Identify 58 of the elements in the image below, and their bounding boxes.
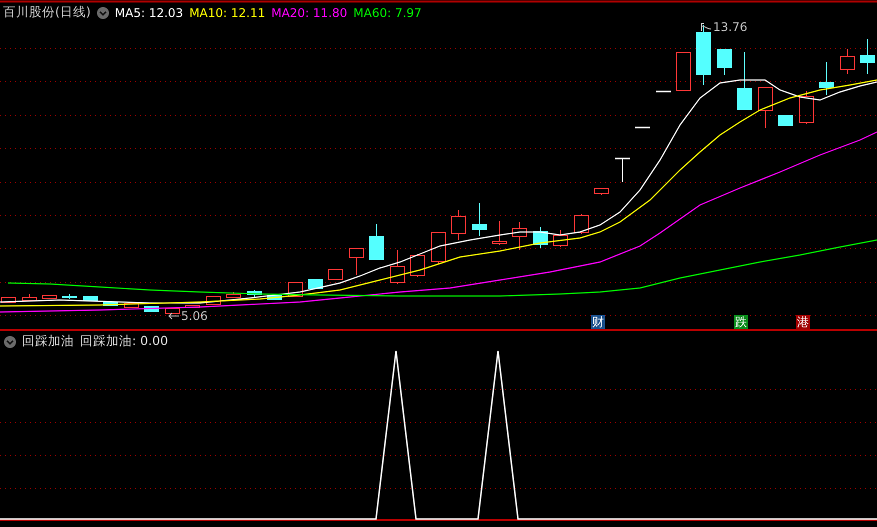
candlestick (799, 90, 814, 124)
candlestick (83, 296, 98, 301)
event-marker: 港 (796, 315, 810, 329)
candlestick (165, 308, 180, 314)
collapse-icon[interactable] (96, 6, 109, 18)
candlestick (635, 126, 650, 128)
candlestick (656, 90, 671, 92)
candlestick (328, 269, 343, 280)
candlestick (103, 302, 118, 306)
candlestick (206, 296, 221, 305)
price-label: 13.76 (713, 20, 748, 34)
candlestick (819, 62, 834, 96)
candlestick (451, 210, 466, 240)
candlestick (1, 297, 16, 303)
price-label: 5.06 (181, 309, 208, 323)
candlestick (369, 224, 384, 260)
candlestick (472, 202, 487, 236)
candlestick (390, 250, 405, 284)
indicator-value: MA20: 11.80 (271, 6, 348, 20)
candlestick (840, 48, 855, 74)
candlestick (758, 87, 773, 128)
candlestick (512, 222, 527, 250)
candlestick (22, 294, 37, 301)
candlestick (553, 230, 568, 248)
candlestick (696, 24, 711, 86)
candlestick (410, 254, 425, 278)
indicator-value: MA60: 7.97 (353, 6, 422, 20)
candlestick (185, 305, 200, 308)
candlestick (308, 279, 323, 289)
candlestick (288, 282, 303, 297)
candlestick (594, 188, 609, 196)
candlestick (574, 214, 589, 234)
indicator-value: MA5: 12.03 (114, 6, 184, 20)
candlestick (267, 294, 282, 300)
candlestick (492, 220, 507, 246)
collapse-icon[interactable] (4, 336, 16, 348)
indicator-reading: 回踩加油: 0.00 (80, 333, 168, 350)
indicator-name: 回踩加油 (22, 333, 74, 350)
candlestick (737, 52, 752, 110)
candlestick (124, 303, 139, 308)
stock-title: 百川股份(日线) (3, 4, 91, 21)
candlestick (226, 292, 241, 298)
indicator-value: MA10: 12.11 (189, 6, 266, 20)
candlestick (431, 232, 446, 264)
candlestick (860, 38, 875, 74)
leader-line (700, 22, 712, 32)
candlestick (247, 290, 262, 298)
event-marker: 财 (591, 315, 605, 329)
candlestick (676, 52, 691, 92)
candlestick (615, 158, 630, 182)
leader-line (168, 311, 180, 321)
candlestick (533, 226, 548, 248)
candlestick (778, 115, 793, 126)
candlestick (42, 295, 57, 299)
candlestick (349, 248, 364, 276)
candlestick (717, 49, 732, 76)
candlestick (62, 294, 77, 300)
event-marker: 跌 (734, 315, 748, 329)
